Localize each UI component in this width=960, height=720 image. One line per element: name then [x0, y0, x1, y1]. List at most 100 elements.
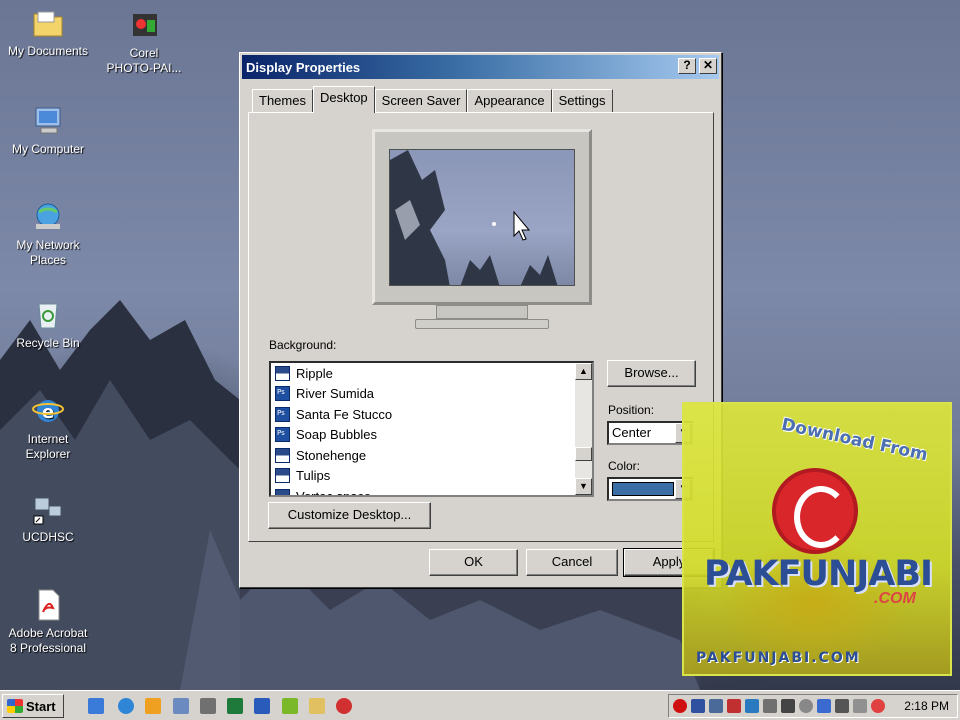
browse-button[interactable]: Browse... — [607, 360, 696, 387]
cancel-button[interactable]: Cancel — [526, 549, 618, 576]
list-item[interactable]: Stonehenge — [271, 445, 592, 466]
download-watermark: Download From PAKFUNJABI .COM PAKFUNJABI… — [682, 402, 952, 676]
desktop-icon-label: My Documents — [7, 44, 89, 58]
scroll-down-icon[interactable]: ▼ — [575, 478, 592, 495]
list-scrollbar[interactable]: ▲ ▼ — [575, 363, 592, 495]
list-item[interactable]: Soap Bubbles — [271, 425, 592, 446]
network-status-icon[interactable] — [709, 699, 723, 713]
recycle-bin-icon — [31, 298, 65, 332]
watermark-brand: PAKFUNJABI — [704, 554, 933, 594]
desktop-icon-label: Internet — [27, 432, 69, 446]
dialog-title: Display Properties — [246, 59, 361, 75]
watermark-bottom-text: PAKFUNJABI.COM — [696, 650, 861, 666]
notepad-icon[interactable] — [173, 698, 189, 714]
monitor-base — [415, 319, 549, 329]
photoshop-file-icon — [275, 406, 290, 422]
close-button[interactable]: ✕ — [699, 58, 717, 74]
desktop-icon-internet-explorer[interactable]: e Internet Explorer — [0, 394, 96, 462]
tools-icon[interactable] — [200, 698, 216, 714]
tab-settings[interactable]: Settings — [551, 89, 613, 113]
desktop-icon-ucdhsc[interactable]: UCDHSC — [0, 492, 96, 545]
network-icon — [31, 200, 65, 234]
help-button[interactable]: ? — [678, 58, 696, 74]
image-icon — [275, 488, 290, 495]
desktop-icon-my-network[interactable]: My Network Places — [0, 200, 96, 268]
tab-strip: Themes Desktop Screen Saver Appearance S… — [252, 86, 613, 113]
desktop-icon-my-computer[interactable]: My Computer — [0, 104, 96, 157]
desktop-icon-label: Explorer — [25, 447, 71, 461]
image-icon — [275, 447, 290, 463]
record-icon[interactable] — [673, 699, 687, 713]
update-icon[interactable] — [745, 699, 759, 713]
list-item-label: Soap Bubbles — [296, 427, 377, 443]
printer-icon[interactable] — [835, 699, 849, 713]
list-item[interactable]: Tulips — [271, 466, 592, 487]
desktop-icon-label: Places — [29, 253, 67, 267]
taskbar: Start 2:18 PM — [0, 690, 960, 720]
list-item-label: Tulips — [296, 468, 331, 484]
folder-icon — [31, 6, 65, 40]
disk-icon[interactable] — [799, 699, 813, 713]
color-swatch — [612, 482, 674, 496]
photoshop-file-icon — [275, 427, 290, 443]
wallpaper-preview — [389, 149, 575, 286]
system-tray: 2:18 PM — [668, 694, 958, 718]
position-value: Center — [612, 425, 652, 440]
media-player-icon[interactable] — [145, 698, 161, 714]
scroll-up-icon[interactable]: ▲ — [575, 363, 592, 380]
acrobat-icon — [31, 588, 65, 622]
security-icon[interactable] — [727, 699, 741, 713]
list-item-label: River Sumida — [296, 386, 375, 402]
desktop-icon-label: Adobe Acrobat — [8, 626, 88, 640]
hardware-icon[interactable] — [853, 699, 867, 713]
scroll-thumb[interactable] — [575, 447, 592, 461]
z-icon[interactable] — [691, 699, 705, 713]
list-item-label: Vortec space — [296, 488, 372, 497]
word-icon[interactable] — [254, 698, 270, 714]
desktop-icon-recycle-bin[interactable]: Recycle Bin — [0, 298, 96, 351]
image-icon — [275, 365, 290, 381]
tab-desktop[interactable]: Desktop — [312, 86, 375, 113]
desktop-icon-adobe-acrobat[interactable]: Adobe Acrobat 8 Professional — [0, 588, 96, 656]
list-item-label: Santa Fe Stucco — [296, 406, 393, 422]
list-item[interactable]: River Sumida — [271, 384, 592, 405]
background-list[interactable]: Ripple River Sumida Santa Fe Stucco Soap… — [269, 361, 594, 497]
desktop-icon-my-documents[interactable]: My Documents — [0, 6, 96, 59]
dreamweaver-icon[interactable] — [282, 698, 298, 714]
color-picker[interactable]: ▼ — [607, 477, 693, 501]
outlook-express-icon[interactable] — [88, 698, 104, 714]
ok-button[interactable]: OK — [429, 549, 518, 576]
list-item-label: Stonehenge — [296, 447, 367, 463]
list-item[interactable]: Ripple — [271, 363, 592, 384]
tab-screen-saver[interactable]: Screen Saver — [374, 89, 468, 113]
monitor-stand — [436, 305, 528, 319]
start-button[interactable]: Start — [2, 694, 64, 718]
dialog-titlebar[interactable]: Display Properties — [242, 55, 719, 79]
monitor-preview — [372, 129, 592, 305]
app-icon[interactable] — [336, 698, 352, 714]
internet-explorer-icon[interactable] — [118, 698, 134, 714]
watermark-top-text: Download From — [779, 414, 930, 466]
start-label: Start — [26, 698, 56, 714]
tab-appearance[interactable]: Appearance — [467, 89, 552, 113]
photoshop-file-icon — [275, 386, 290, 402]
list-item[interactable]: Vortec space — [271, 486, 592, 497]
excel-icon[interactable] — [227, 698, 243, 714]
music-note-logo-icon — [772, 468, 858, 554]
windows-flag-icon — [7, 699, 23, 713]
mouse-cursor-icon — [513, 210, 531, 241]
watermark-brand-suffix: .COM — [874, 590, 916, 607]
desktop-icon-label: UCDHSC — [22, 530, 74, 544]
volume-icon[interactable] — [781, 699, 795, 713]
messenger-icon[interactable] — [817, 699, 831, 713]
customize-desktop-button[interactable]: Customize Desktop... — [268, 502, 431, 529]
brush-icon[interactable] — [309, 698, 325, 714]
desktop-icon-label: My Computer — [11, 142, 85, 156]
alert-icon[interactable] — [871, 699, 885, 713]
computer-icon — [31, 104, 65, 138]
display-icon[interactable] — [763, 699, 777, 713]
desktop-icon-corel[interactable]: Corel PHOTO-PAI... — [96, 8, 192, 76]
list-item[interactable]: Santa Fe Stucco — [271, 404, 592, 425]
position-select[interactable]: Center ▼ — [607, 421, 693, 445]
tab-themes[interactable]: Themes — [252, 89, 313, 113]
